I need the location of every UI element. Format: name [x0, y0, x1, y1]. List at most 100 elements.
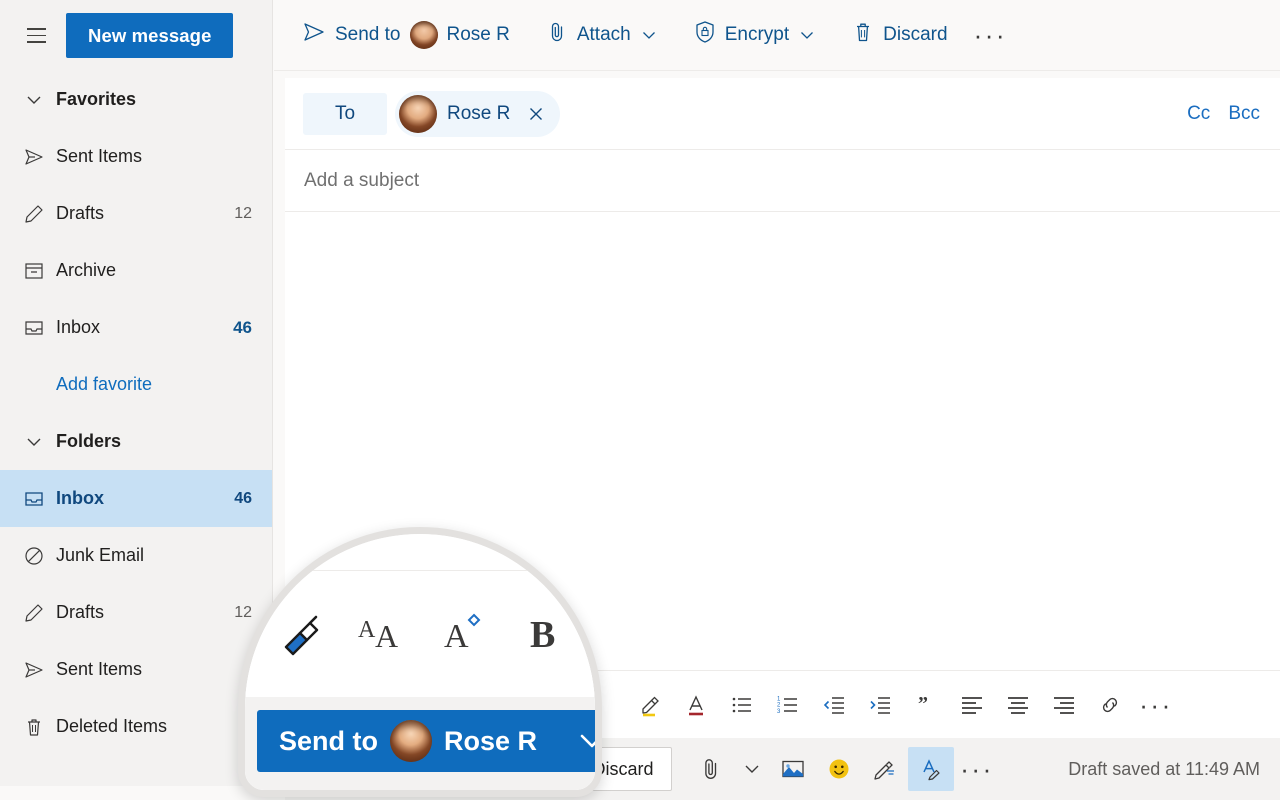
format-painter-icon[interactable] [267, 599, 335, 669]
overflow-dots: ··· [1139, 689, 1173, 720]
highlight-icon[interactable] [627, 682, 673, 728]
recipient-name: Rose R [447, 102, 511, 124]
send-icon [12, 146, 56, 168]
insert-picture-icon[interactable] [770, 747, 816, 791]
align-right-icon[interactable] [1041, 682, 1087, 728]
sidebar-item-count: 46 [234, 489, 252, 507]
sidebar-item-label: Archive [56, 260, 117, 280]
avatar [409, 21, 438, 49]
sidebar-item-sent-items-folder[interactable]: Sent Items [0, 641, 272, 698]
chevron-down-icon [12, 90, 56, 110]
archive-icon [12, 260, 56, 282]
discard-label: Discard [883, 24, 948, 45]
sidebar-item-deleted-items[interactable]: Deleted Items [0, 698, 272, 755]
sidebar-header: New message [0, 0, 272, 71]
svg-text:A: A [375, 618, 398, 654]
sidebar-item-label: Junk Email [56, 545, 145, 565]
magnifier-callout: A A A B card [238, 527, 602, 797]
align-center-icon[interactable] [995, 682, 1041, 728]
quote-icon[interactable]: ” [903, 682, 949, 728]
sidebar-item-label: Inbox [56, 317, 101, 337]
svg-text:3: 3 [777, 708, 781, 714]
callout-send-label: Send to [279, 725, 378, 756]
bold-icon[interactable]: B [513, 599, 581, 669]
svg-text:B: B [530, 614, 555, 656]
decrease-indent-icon[interactable] [811, 682, 857, 728]
inbox-icon [12, 317, 56, 339]
add-favorite-link[interactable]: Add favorite [0, 356, 272, 413]
trash-icon [852, 20, 874, 50]
recipient-pill[interactable]: Rose R [395, 90, 561, 137]
send-icon [12, 659, 56, 681]
chevron-down-icon [798, 26, 816, 44]
bcc-link[interactable]: Bcc [1228, 103, 1260, 125]
to-label[interactable]: To [303, 92, 387, 135]
pencil-icon [12, 602, 56, 624]
encrypt-button[interactable]: Encrypt [682, 13, 828, 57]
remove-recipient-icon[interactable] [526, 104, 546, 124]
send-icon [302, 20, 326, 50]
sidebar-item-label: Inbox [56, 488, 104, 508]
emoji-icon[interactable] [816, 747, 862, 791]
sidebar-item-junk-email[interactable]: Junk Email [0, 527, 272, 584]
signature-pen-icon[interactable] [862, 747, 908, 791]
font-size-icon[interactable]: A A [349, 599, 417, 669]
draft-saved-status: Draft saved at 11:49 AM [1068, 758, 1260, 779]
attachment-options-chevron-icon[interactable] [734, 747, 770, 791]
callout-send-recipient: Rose R [444, 725, 538, 756]
font-color-icon[interactable] [673, 682, 719, 728]
link-icon[interactable] [1087, 682, 1133, 728]
sidebar-item-label: Sent Items [56, 659, 143, 679]
sidebar-item-inbox[interactable]: Inbox 46 [0, 470, 272, 527]
favorites-section-header[interactable]: Favorites [0, 71, 272, 128]
bulleted-list-icon[interactable] [719, 682, 765, 728]
sidebar-item-sent-items[interactable]: Sent Items [0, 128, 272, 185]
send-to-button[interactable]: Send to Rose R [290, 13, 522, 57]
pencil-icon [12, 203, 56, 225]
sidebar-item-archive[interactable]: Archive [0, 242, 272, 299]
folders-section-header[interactable]: Folders [0, 413, 272, 470]
subject-field-row[interactable]: Add a subject [285, 150, 1280, 212]
send-options-chevron-icon[interactable] [575, 724, 595, 758]
discard-button[interactable]: Discard [840, 13, 959, 57]
numbered-list-icon[interactable]: 123 [765, 682, 811, 728]
font-color-picker-icon[interactable]: A [431, 599, 499, 669]
align-left-icon[interactable] [949, 682, 995, 728]
cc-bcc-group: Cc Bcc [1187, 103, 1280, 125]
outlook-compose-window: New message Favorites Sent Items Drafts … [0, 0, 1280, 800]
chevron-down-icon [640, 26, 658, 44]
cc-link[interactable]: Cc [1187, 103, 1210, 125]
sidebar-item-inbox-favorite[interactable]: Inbox 46 [0, 299, 272, 356]
hamburger-menu-icon[interactable] [16, 16, 56, 56]
avatar [390, 720, 432, 762]
chevron-down-icon [12, 432, 56, 452]
attachment-icon[interactable] [688, 747, 734, 791]
sidebar-item-drafts[interactable]: Drafts 12 [0, 185, 272, 242]
formatting-overflow-button[interactable]: ··· [1133, 682, 1179, 728]
trash-icon [12, 716, 56, 738]
send-to-label: Send to [335, 24, 401, 45]
block-icon [12, 545, 56, 567]
folders-title: Folders [56, 431, 122, 451]
send-to-recipient: Rose R [446, 24, 510, 45]
callout-ghost-discard-button[interactable]: card [597, 710, 602, 768]
new-message-button[interactable]: New message [66, 13, 234, 58]
bottom-overflow-button[interactable]: ··· [954, 747, 1000, 791]
sidebar-item-label: Deleted Items [56, 716, 168, 736]
sidebar-item-drafts-folder[interactable]: Drafts 12 [0, 584, 272, 641]
toolbar-overflow-button[interactable]: ··· [960, 22, 1021, 48]
callout-send-button[interactable]: Send to Rose R [257, 710, 595, 772]
sidebar-item-count: 46 [233, 317, 252, 337]
magnifier-callout-content: A A A B card [245, 534, 595, 790]
inbox-icon [12, 488, 56, 510]
encrypt-label: Encrypt [724, 24, 790, 45]
increase-indent-icon[interactable] [857, 682, 903, 728]
editor-proofing-icon[interactable] [908, 747, 954, 791]
overflow-dots: ··· [960, 754, 994, 784]
attach-button[interactable]: Attach [534, 13, 670, 57]
svg-text:A: A [444, 618, 469, 655]
sidebar: New message Favorites Sent Items Drafts … [0, 0, 273, 786]
svg-text:1: 1 [777, 696, 781, 702]
svg-text:A: A [358, 617, 376, 643]
svg-text:”: ” [918, 693, 928, 715]
